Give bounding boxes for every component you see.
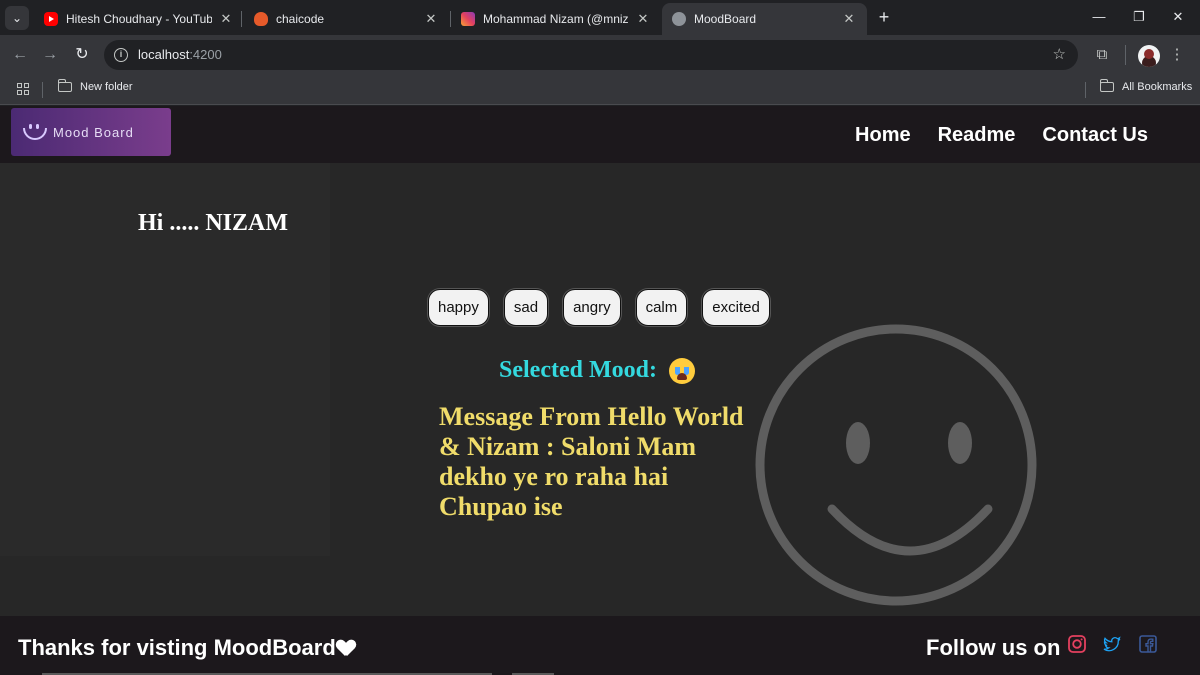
- heart-icon: [337, 640, 355, 656]
- nav-contact-link[interactable]: Contact Us: [1042, 124, 1148, 147]
- close-tab-icon[interactable]: ✕: [423, 11, 439, 27]
- close-tab-icon[interactable]: ✕: [635, 11, 651, 27]
- chaicode-icon: [254, 12, 268, 26]
- mood-button-happy[interactable]: happy: [428, 289, 489, 326]
- toolbar-divider: [1125, 45, 1126, 65]
- smiley-background-icon: [755, 324, 1037, 606]
- site-navbar: Mood Board Home Readme Contact Us: [0, 106, 1200, 163]
- mood-button-sad[interactable]: sad: [503, 289, 549, 326]
- selected-mood: Selected Mood:: [499, 357, 695, 384]
- main-content: Hi ..... NIZAM happy sad angry calm exci…: [0, 163, 1200, 616]
- back-button[interactable]: ←: [10, 45, 30, 65]
- apps-grid-icon[interactable]: [17, 83, 29, 95]
- bookmarks-bar: New folder All Bookmarks: [0, 75, 1200, 105]
- globe-icon: [672, 12, 686, 26]
- tab-instagram[interactable]: Mohammad Nizam (@mnizam0 ✕: [451, 3, 661, 35]
- site-info-icon[interactable]: i: [114, 48, 128, 62]
- mood-buttons: happy sad angry calm excited: [428, 289, 770, 326]
- loudly-crying-face-icon: [668, 357, 695, 384]
- forward-button[interactable]: →: [40, 45, 60, 65]
- menu-kebab-icon[interactable]: ⋮: [1166, 44, 1188, 66]
- nav-home-link[interactable]: Home: [855, 124, 911, 147]
- greeting-text: Hi ..... NIZAM: [138, 210, 288, 236]
- bookmarks-divider: [42, 82, 43, 98]
- instagram-icon[interactable]: [1067, 634, 1087, 654]
- reload-button[interactable]: ↻: [72, 45, 92, 65]
- tab-youtube[interactable]: Hitesh Choudhary - YouTube ✕: [34, 3, 244, 35]
- all-bookmarks[interactable]: All Bookmarks: [1099, 79, 1193, 93]
- site-footer: Thanks for visting MoodBoard Follow us o…: [0, 616, 1200, 675]
- close-window-button[interactable]: ✕: [1160, 6, 1196, 28]
- url-port: :4200: [189, 47, 222, 62]
- folder-icon: [1099, 79, 1114, 92]
- tab-title: MoodBoard: [694, 12, 757, 26]
- footer-thanks-text: Thanks for visting MoodBoard: [18, 635, 336, 660]
- logo-text: Mood Board: [53, 124, 134, 140]
- smiley-logo-icon: [21, 122, 47, 142]
- youtube-icon: [44, 12, 58, 26]
- footer-thanks: Thanks for visting MoodBoard: [18, 635, 355, 661]
- bookmark-label: New folder: [80, 81, 133, 93]
- address-bar[interactable]: i localhost:4200 ☆: [104, 40, 1078, 70]
- tab-search-button[interactable]: ⌄: [5, 6, 29, 30]
- tab-title: Mohammad Nizam (@mnizam0: [483, 12, 629, 26]
- bookmarks-divider: [1085, 82, 1086, 98]
- mood-button-angry[interactable]: angry: [563, 289, 621, 326]
- follow-us-text: Follow us on: [926, 635, 1061, 660]
- nav-links: Home Readme Contact Us: [855, 124, 1148, 147]
- address-url[interactable]: localhost:4200: [138, 47, 222, 62]
- twitter-icon[interactable]: [1102, 634, 1122, 654]
- bookmark-new-folder[interactable]: New folder: [57, 79, 133, 93]
- tab-chaicode[interactable]: chaicode ✕: [244, 3, 449, 35]
- folder-icon: [57, 79, 72, 92]
- nav-readme-link[interactable]: Readme: [938, 124, 1016, 147]
- extensions-icon[interactable]: ⧉: [1091, 44, 1113, 66]
- new-tab-button[interactable]: +: [875, 8, 893, 26]
- bookmark-star-icon[interactable]: ☆: [1053, 45, 1066, 63]
- moodboard-page: Mood Board Home Readme Contact Us Hi ...…: [0, 106, 1200, 675]
- url-host: localhost: [138, 47, 190, 62]
- browser-toolbar: ← → ↻ i localhost:4200 ☆ ⧉ ⋮: [0, 35, 1200, 75]
- minimize-button[interactable]: —: [1081, 6, 1117, 28]
- site-logo[interactable]: Mood Board: [11, 108, 171, 156]
- facebook-icon[interactable]: [1138, 634, 1158, 654]
- tab-title: chaicode: [276, 12, 325, 26]
- tab-title: Hitesh Choudhary - YouTube: [66, 12, 212, 26]
- restore-button[interactable]: ❐: [1121, 6, 1157, 28]
- browser-tab-strip: ⌄ Hitesh Choudhary - YouTube ✕ chaicode …: [0, 0, 1200, 35]
- close-tab-icon[interactable]: ✕: [218, 11, 234, 27]
- tab-divider: [241, 11, 242, 27]
- bookmark-label: All Bookmarks: [1122, 81, 1193, 93]
- selected-mood-label: Selected Mood:: [499, 357, 657, 383]
- mood-message: Message From Hello World & Nizam : Salon…: [439, 402, 744, 521]
- mood-button-calm[interactable]: calm: [635, 289, 688, 326]
- profile-avatar[interactable]: [1138, 45, 1160, 67]
- instagram-icon: [461, 12, 475, 26]
- tab-moodboard[interactable]: MoodBoard ✕: [662, 3, 867, 35]
- close-tab-icon[interactable]: ✕: [841, 11, 857, 27]
